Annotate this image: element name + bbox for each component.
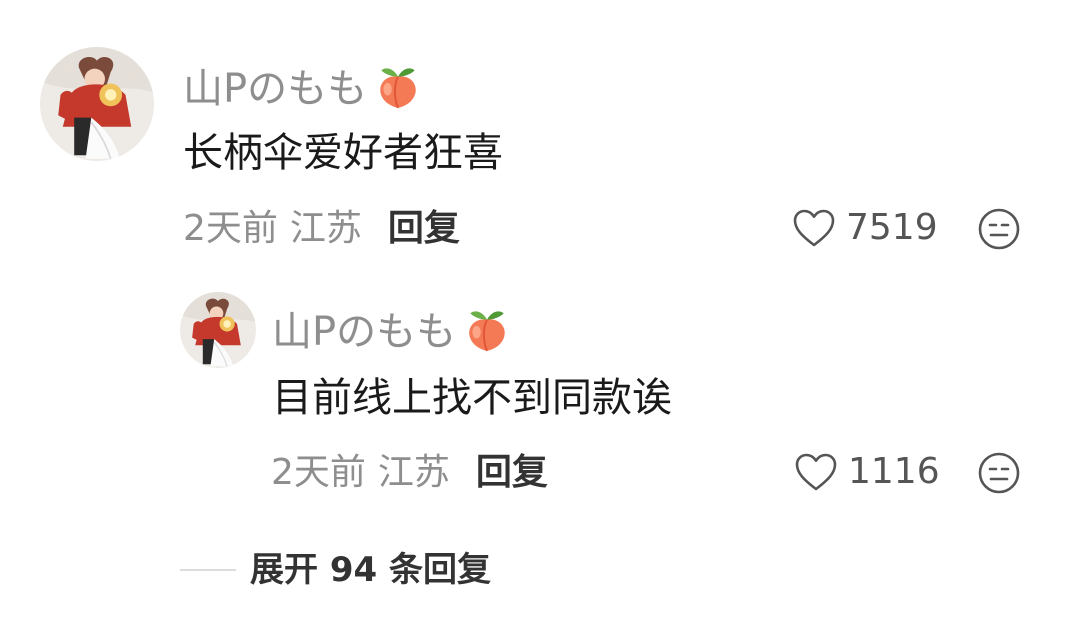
- reply-avatar[interactable]: [180, 292, 256, 368]
- comment-time: 2天前: [183, 208, 278, 249]
- username-text: 山Pのもも: [183, 65, 368, 112]
- avatar[interactable]: [40, 47, 154, 161]
- reply-like-button[interactable]: 1116: [794, 452, 940, 492]
- username-text: 山Pのもも: [272, 308, 457, 355]
- reply-button[interactable]: 回复: [388, 211, 460, 247]
- neutral-face-icon: [977, 451, 1021, 495]
- like-count: 7519: [846, 207, 938, 248]
- reply-time: 2天前: [271, 452, 366, 493]
- like-count: 1116: [848, 451, 940, 492]
- comment-text: 长柄伞爱好者狂喜: [183, 130, 503, 176]
- divider-line: [180, 569, 236, 571]
- heart-outline-icon: [792, 208, 836, 248]
- expand-replies-label: 展开 94 条回复: [250, 550, 491, 590]
- neutral-face-icon: [977, 207, 1021, 251]
- reply-button[interactable]: 回复: [476, 455, 548, 491]
- dislike-button[interactable]: [977, 207, 1021, 251]
- peach-emoji-icon: [462, 303, 512, 360]
- comment-meta: 2天前 江苏 回复: [183, 211, 460, 247]
- comment-location: 江苏: [289, 208, 362, 249]
- reply-location: 江苏: [377, 452, 450, 493]
- reply-username[interactable]: 山Pのもも: [272, 303, 512, 360]
- like-button[interactable]: 7519: [792, 208, 938, 248]
- reply-meta: 2天前 江苏 回复: [271, 455, 548, 491]
- reply-text: 目前线上找不到同款诶: [272, 375, 672, 421]
- comment-username[interactable]: 山Pのもも: [183, 60, 423, 117]
- reply-dislike-button[interactable]: [977, 451, 1021, 495]
- peach-emoji-icon: [373, 60, 423, 117]
- heart-outline-icon: [794, 452, 838, 492]
- expand-replies-button[interactable]: 展开 94 条回复: [180, 553, 491, 587]
